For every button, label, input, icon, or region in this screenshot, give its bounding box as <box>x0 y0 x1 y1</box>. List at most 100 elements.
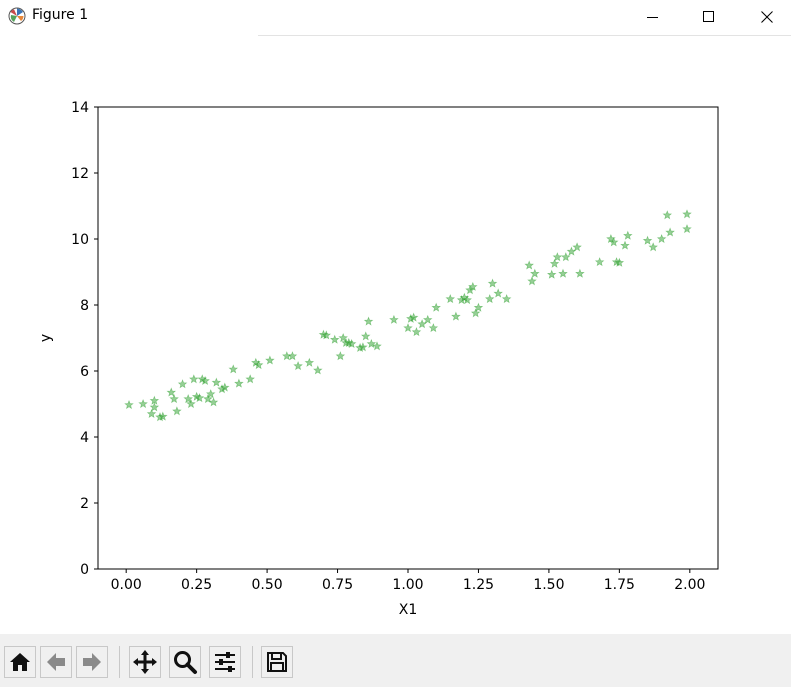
data-point <box>428 323 439 333</box>
configure-subplots-button[interactable] <box>209 646 241 678</box>
data-point <box>172 406 182 416</box>
maximize-button[interactable] <box>686 0 732 34</box>
data-point <box>411 327 422 337</box>
toolbar-separator <box>119 646 120 678</box>
data-point <box>265 355 275 365</box>
data-point <box>527 276 537 286</box>
x-tick-label: 0.75 <box>322 577 353 593</box>
data-point <box>648 242 658 252</box>
data-point <box>682 209 692 219</box>
data-point <box>620 240 630 250</box>
data-point <box>470 308 481 318</box>
x-axis-ticks: 0.00 0.25 0.50 0.75 1.00 1.25 1.50 1.75 2.00 <box>111 569 705 593</box>
data-points <box>124 209 692 422</box>
x-axis-label: X1 <box>399 602 418 618</box>
configure-subplots-icon <box>215 652 235 672</box>
data-point <box>208 397 219 407</box>
data-point <box>304 357 315 367</box>
navigation-toolbar <box>0 634 791 687</box>
back-button[interactable] <box>40 646 72 678</box>
y-tick-label: 2 <box>80 496 89 512</box>
data-point <box>484 294 495 304</box>
forward-arrow-icon <box>83 653 101 671</box>
close-button[interactable] <box>744 0 790 34</box>
x-tick-label: 2.00 <box>674 577 705 593</box>
x-tick-label: 1.50 <box>533 577 564 593</box>
data-point <box>445 294 456 304</box>
data-point <box>431 302 441 312</box>
back-arrow-icon <box>47 653 65 671</box>
axes-frame <box>97 106 719 570</box>
scatter-plot: 0.00 0.25 0.50 0.75 1.00 1.25 1.50 1.75 2.00 0 2 4… <box>38 100 719 618</box>
data-point <box>228 364 239 374</box>
data-point <box>422 314 433 324</box>
data-point <box>177 379 188 389</box>
data-point <box>642 235 653 245</box>
data-point <box>293 361 303 371</box>
data-point <box>313 365 323 375</box>
y-tick-label: 8 <box>80 298 89 314</box>
x-tick-label: 0.50 <box>252 577 283 593</box>
data-point <box>493 288 503 298</box>
y-tick-label: 10 <box>71 232 89 248</box>
x-tick-label: 1.00 <box>392 577 423 593</box>
data-point <box>245 374 255 384</box>
toolbar-separator <box>252 646 253 678</box>
data-point <box>138 398 148 409</box>
x-tick-label: 1.75 <box>604 577 635 593</box>
data-point <box>524 260 534 270</box>
data-point <box>594 257 605 267</box>
data-point <box>389 314 399 324</box>
data-point <box>530 268 540 278</box>
data-point <box>487 278 498 288</box>
y-tick-label: 12 <box>71 166 89 182</box>
data-point <box>287 351 298 361</box>
data-point <box>335 351 346 361</box>
data-point <box>360 331 371 341</box>
data-point <box>656 233 667 244</box>
data-point <box>451 311 461 321</box>
save-floppy-icon <box>267 652 287 672</box>
data-point <box>124 399 134 410</box>
data-point <box>211 377 222 387</box>
data-point <box>501 294 512 304</box>
pan-move-icon <box>133 650 157 674</box>
data-point <box>575 268 585 278</box>
data-point <box>363 316 374 326</box>
zoom-button[interactable] <box>169 646 201 678</box>
window-title: Figure 1 <box>32 7 89 23</box>
data-point <box>403 323 413 333</box>
data-point <box>189 374 199 384</box>
data-point <box>623 230 633 240</box>
data-point <box>546 269 557 279</box>
minimize-icon <box>647 17 658 18</box>
y-tick-label: 14 <box>71 100 89 116</box>
save-button[interactable] <box>261 646 293 678</box>
home-icon <box>10 653 30 671</box>
y-axis-ticks: 0 2 4 6 8 10 12 14 <box>71 100 98 578</box>
data-point <box>662 210 673 220</box>
home-button[interactable] <box>4 646 36 678</box>
data-point <box>682 224 692 234</box>
y-tick-label: 6 <box>80 364 89 380</box>
figure-canvas[interactable]: 0.00 0.25 0.50 0.75 1.00 1.25 1.50 1.75 2.00 0 2 4… <box>0 36 791 634</box>
data-point <box>169 394 179 404</box>
data-point <box>234 378 244 388</box>
x-tick-label: 0.00 <box>111 577 142 593</box>
matplotlib-logo-icon <box>8 7 26 25</box>
y-tick-label: 4 <box>80 430 89 446</box>
x-tick-label: 0.25 <box>181 577 212 593</box>
y-axis-label: y <box>38 334 54 342</box>
data-point <box>572 242 582 252</box>
minimize-button[interactable] <box>630 0 676 34</box>
maximize-icon <box>703 11 714 22</box>
x-tick-label: 1.25 <box>463 577 494 593</box>
pan-button[interactable] <box>129 646 161 678</box>
window-titlebar: Figure 1 <box>0 0 791 34</box>
y-tick-label: 0 <box>80 562 89 578</box>
data-point <box>329 334 340 344</box>
close-icon <box>761 11 773 23</box>
data-point <box>561 252 571 262</box>
data-point <box>665 227 675 237</box>
forward-button[interactable] <box>76 646 108 678</box>
